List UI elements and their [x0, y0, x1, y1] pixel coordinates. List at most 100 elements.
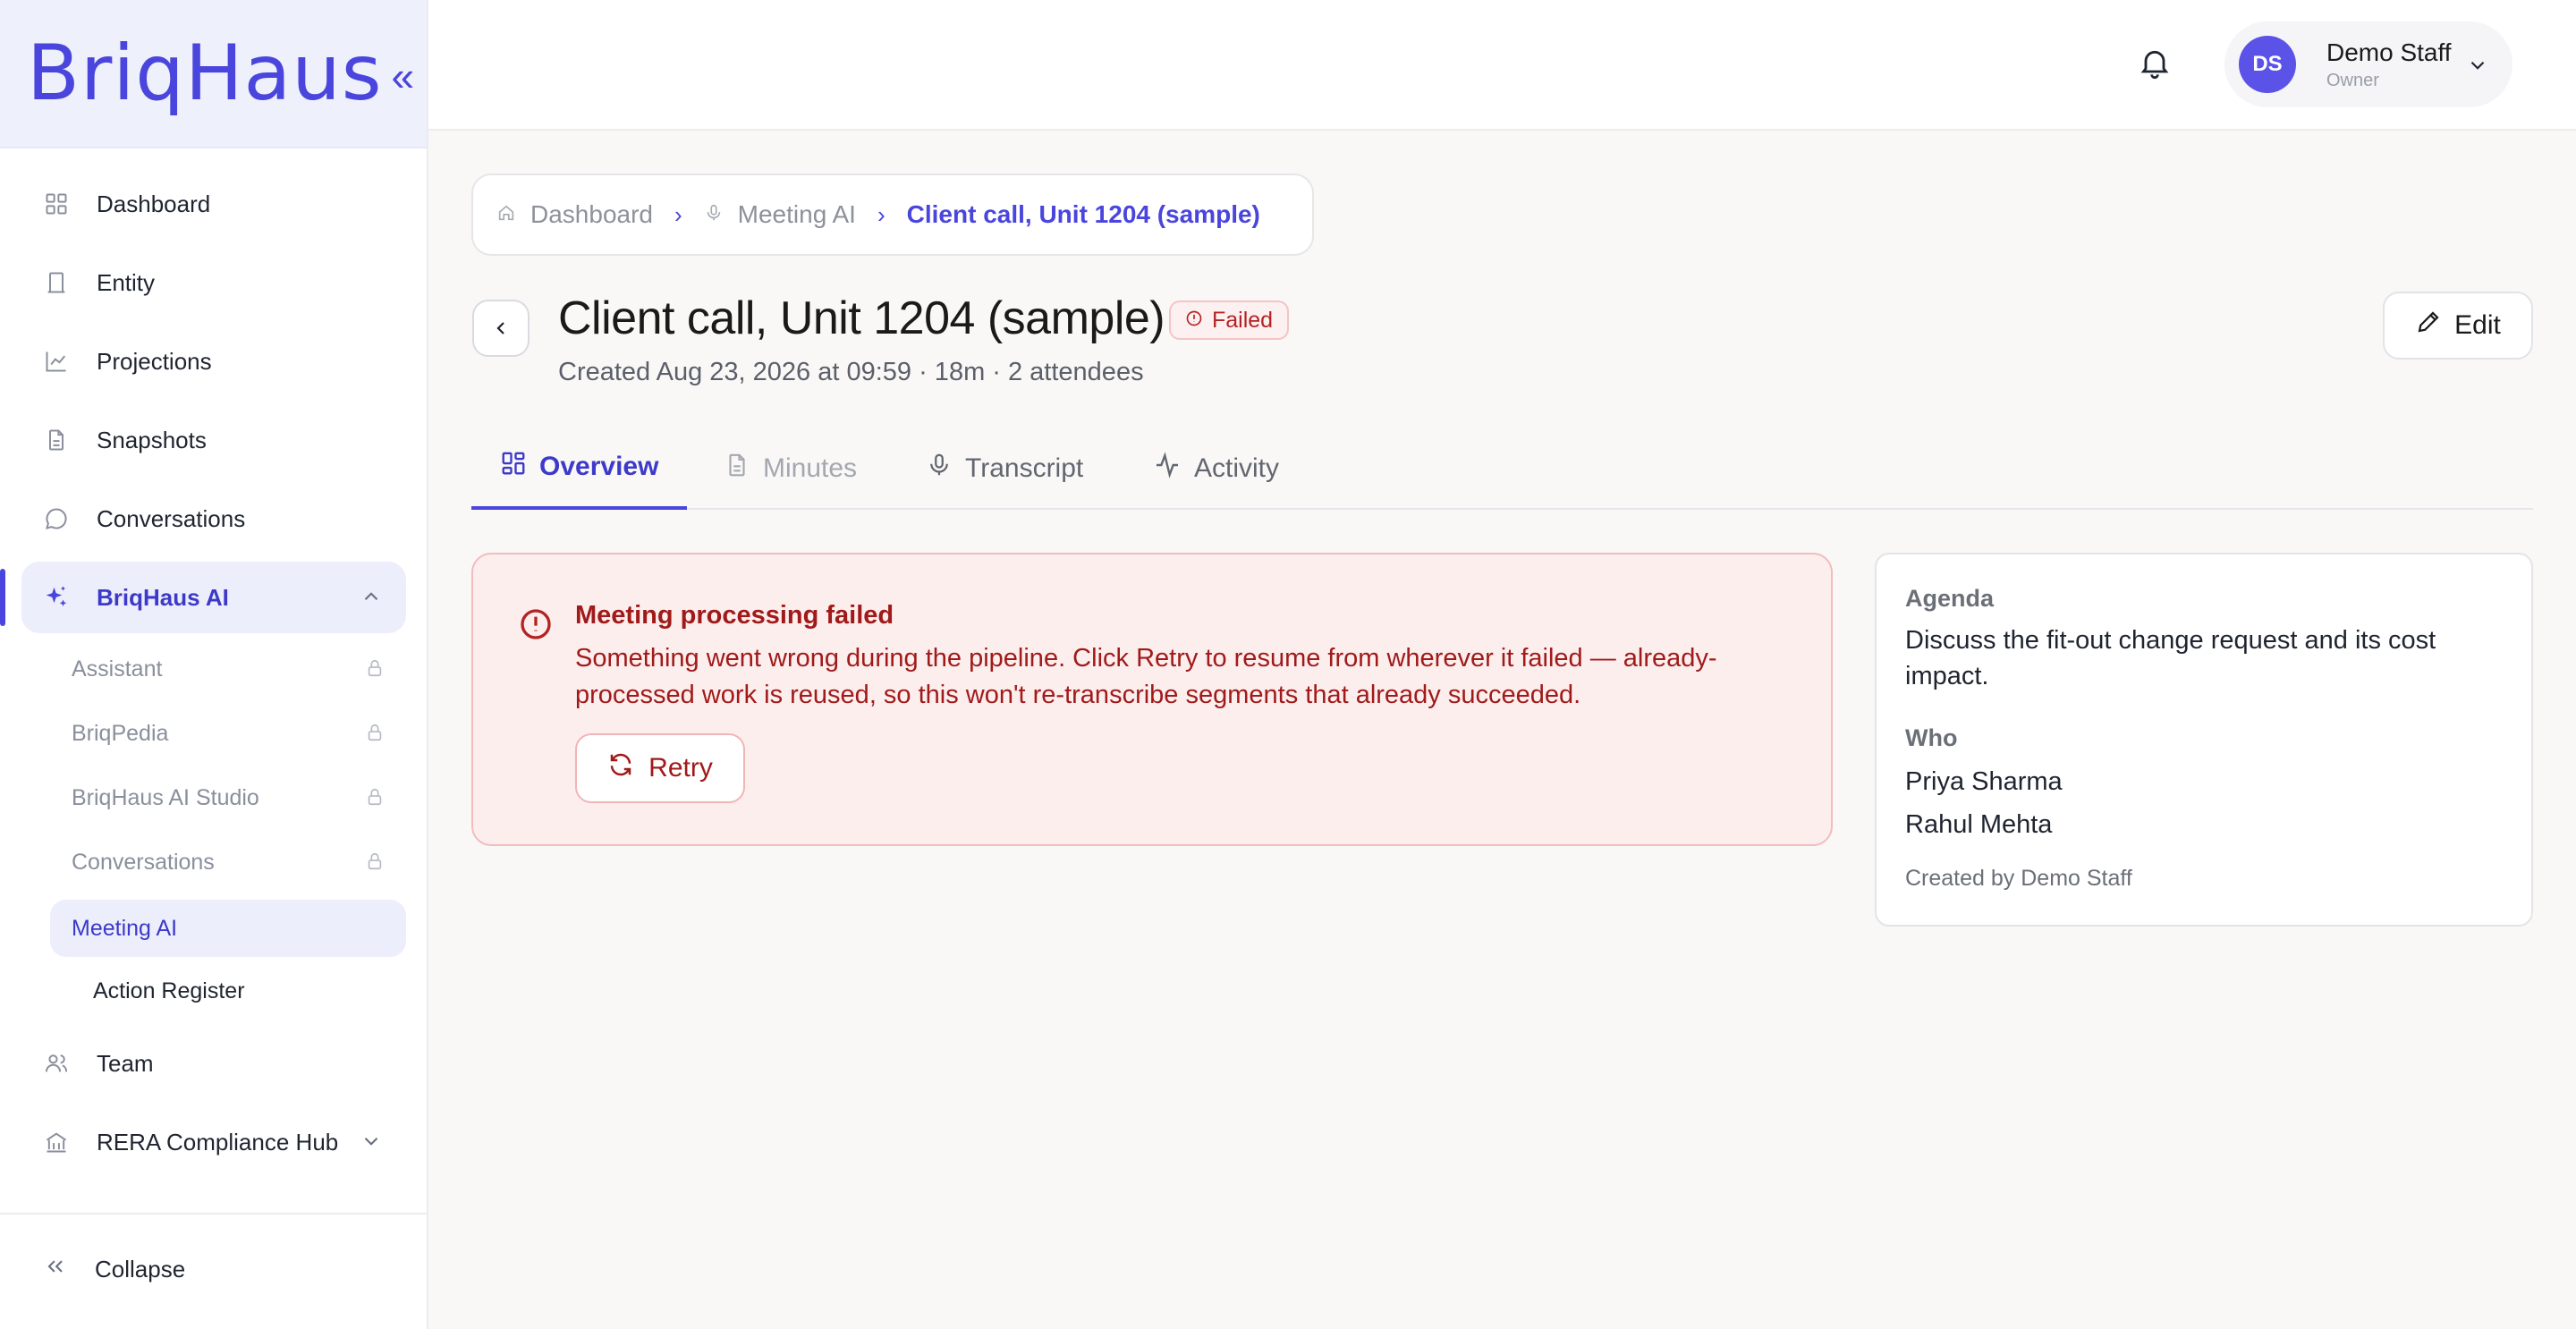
- chevron-down-icon[interactable]: [360, 1130, 383, 1159]
- chart-line-icon: [43, 348, 70, 375]
- breadcrumb: Dashboard › Meeting AI › Client call, Un…: [471, 174, 1314, 256]
- sidebar-item-label: Entity: [97, 268, 156, 296]
- user-menu[interactable]: DS Demo Staff Owner: [2224, 21, 2512, 107]
- double-chevron-left-icon: [43, 1254, 68, 1285]
- breadcrumb-current: Client call, Unit 1204 (sample): [906, 200, 1260, 228]
- activity-icon: [1153, 451, 1182, 487]
- back-button[interactable]: [472, 300, 530, 357]
- edit-label: Edit: [2454, 310, 2501, 340]
- users-icon: [43, 1050, 70, 1077]
- agenda-label: Agenda: [1905, 585, 1995, 612]
- sidebar-item-briqhaus-ai[interactable]: BriqHaus AI: [0, 562, 406, 633]
- retry-label: Retry: [648, 753, 713, 783]
- meeting-meta: Created Aug 23, 2026 at 09:59 · 18m · 2 …: [558, 358, 1144, 386]
- chevron-right-icon: ›: [877, 200, 886, 228]
- sidebar-item-snapshots[interactable]: Snapshots: [21, 404, 406, 476]
- status-label: Failed: [1212, 307, 1274, 333]
- collapse-sidebar-icon[interactable]: «: [392, 52, 415, 100]
- chevron-left-icon: [496, 322, 504, 334]
- bell-icon[interactable]: [2137, 45, 2173, 85]
- sidebar-item-label: Dashboard: [97, 190, 211, 217]
- microphone-icon: [926, 452, 953, 486]
- sidebar-item-label: Projections: [97, 347, 212, 375]
- tabs: Overview Minutes Transcript Activity: [471, 427, 2533, 510]
- submenu-item-assistant[interactable]: Assistant: [50, 640, 406, 698]
- sidebar-item-dashboard[interactable]: Dashboard: [21, 168, 406, 240]
- tab-label: Transcript: [965, 453, 1084, 483]
- document-icon: [724, 452, 750, 486]
- grid-icon: [43, 190, 70, 217]
- status-badge: Failed: [1169, 301, 1290, 340]
- lock-icon: [365, 787, 385, 813]
- who-label: Who: [1905, 724, 1958, 751]
- submenu-label: Conversations: [72, 849, 215, 875]
- attendee-item: Priya Sharma: [1905, 767, 2063, 796]
- submenu-item-ai-studio[interactable]: BriqHaus AI Studio: [50, 769, 406, 826]
- collapse-label: Collapse: [95, 1256, 186, 1282]
- brand-logo: BriqHaus: [27, 29, 383, 118]
- sidebar-item-label: BriqHaus AI: [97, 583, 229, 611]
- sidebar: BriqHaus « Dashboard Entity Projections: [0, 0, 428, 1329]
- tab-label: Overview: [539, 452, 659, 481]
- submenu-item-meeting-ai[interactable]: Meeting AI: [50, 900, 406, 957]
- tab-label: Activity: [1194, 453, 1280, 483]
- user-role: Owner: [2326, 70, 2379, 90]
- breadcrumb-dashboard[interactable]: Dashboard: [496, 200, 653, 229]
- error-message: Something went wrong during the pipeline…: [575, 644, 1717, 709]
- retry-button[interactable]: Retry: [575, 733, 745, 803]
- refresh-icon: [607, 751, 634, 785]
- active-indicator: [0, 569, 5, 626]
- bank-icon: [43, 1129, 70, 1155]
- avatar: DS: [2239, 36, 2296, 93]
- tab-transcript[interactable]: Transcript: [926, 427, 1083, 510]
- sidebar-item-label: Team: [97, 1049, 154, 1077]
- sidebar-item-team[interactable]: Team: [21, 1028, 406, 1099]
- chat-bubble-icon: [43, 505, 70, 532]
- sparkles-icon: [43, 584, 70, 611]
- breadcrumb-label: Dashboard: [530, 200, 653, 228]
- sidebar-item-label: Conversations: [97, 504, 246, 532]
- error-title: Meeting processing failed: [575, 601, 894, 630]
- submenu-label: BriqPedia: [72, 720, 169, 746]
- attendee-item: Rahul Mehta: [1905, 810, 2053, 839]
- pencil-icon: [2415, 309, 2442, 343]
- logo-area: BriqHaus «: [0, 0, 427, 148]
- user-name: Demo Staff: [2326, 38, 2452, 66]
- tab-minutes[interactable]: Minutes: [724, 427, 857, 510]
- top-bar: DS Demo Staff Owner: [428, 0, 2576, 131]
- chevron-up-icon[interactable]: [360, 585, 383, 614]
- submenu-label: BriqHaus AI Studio: [72, 784, 259, 810]
- sidebar-item-entity[interactable]: Entity: [21, 247, 406, 318]
- alert-circle-icon: [518, 606, 554, 647]
- submenu-label: Meeting AI: [72, 915, 178, 941]
- lock-icon: [365, 851, 385, 877]
- tab-overview[interactable]: Overview: [471, 427, 688, 510]
- breadcrumb-label: Meeting AI: [737, 200, 856, 228]
- chevron-down-icon: [2466, 54, 2489, 81]
- page-title: Client call, Unit 1204 (sample): [558, 292, 1165, 344]
- submenu-item-action-register[interactable]: Action Register: [72, 962, 428, 1020]
- error-alert: Meeting processing failed Something went…: [471, 553, 1833, 846]
- tab-activity[interactable]: Activity: [1153, 427, 1279, 510]
- collapse-button[interactable]: Collapse: [43, 1254, 185, 1285]
- user-info: Demo Staff Owner: [2326, 38, 2452, 91]
- layout-icon: [500, 450, 527, 484]
- building-icon: [43, 269, 70, 296]
- edit-button[interactable]: Edit: [2383, 292, 2533, 360]
- sidebar-item-conversations[interactable]: Conversations: [21, 483, 406, 554]
- meeting-info-card: Agenda Discuss the fit-out change reques…: [1875, 553, 2533, 927]
- collapse-area: Collapse: [0, 1213, 427, 1329]
- submenu-item-conversations[interactable]: Conversations: [50, 834, 406, 891]
- sidebar-item-projections[interactable]: Projections: [21, 326, 406, 397]
- home-icon: [496, 200, 516, 229]
- alert-circle-icon: [1185, 308, 1203, 334]
- sidebar-item-label: RERA Compliance Hub: [97, 1128, 339, 1155]
- created-by: Created by Demo Staff: [1905, 866, 2132, 891]
- submenu-item-briqpedia[interactable]: BriqPedia: [50, 705, 406, 762]
- lock-icon: [365, 723, 385, 749]
- breadcrumb-meeting-ai[interactable]: Meeting AI: [704, 200, 856, 229]
- agenda-text: Discuss the fit-out change request and i…: [1905, 626, 2436, 690]
- document-icon: [43, 427, 70, 453]
- lock-icon: [365, 658, 385, 684]
- sidebar-item-rera-compliance[interactable]: RERA Compliance Hub: [21, 1106, 406, 1178]
